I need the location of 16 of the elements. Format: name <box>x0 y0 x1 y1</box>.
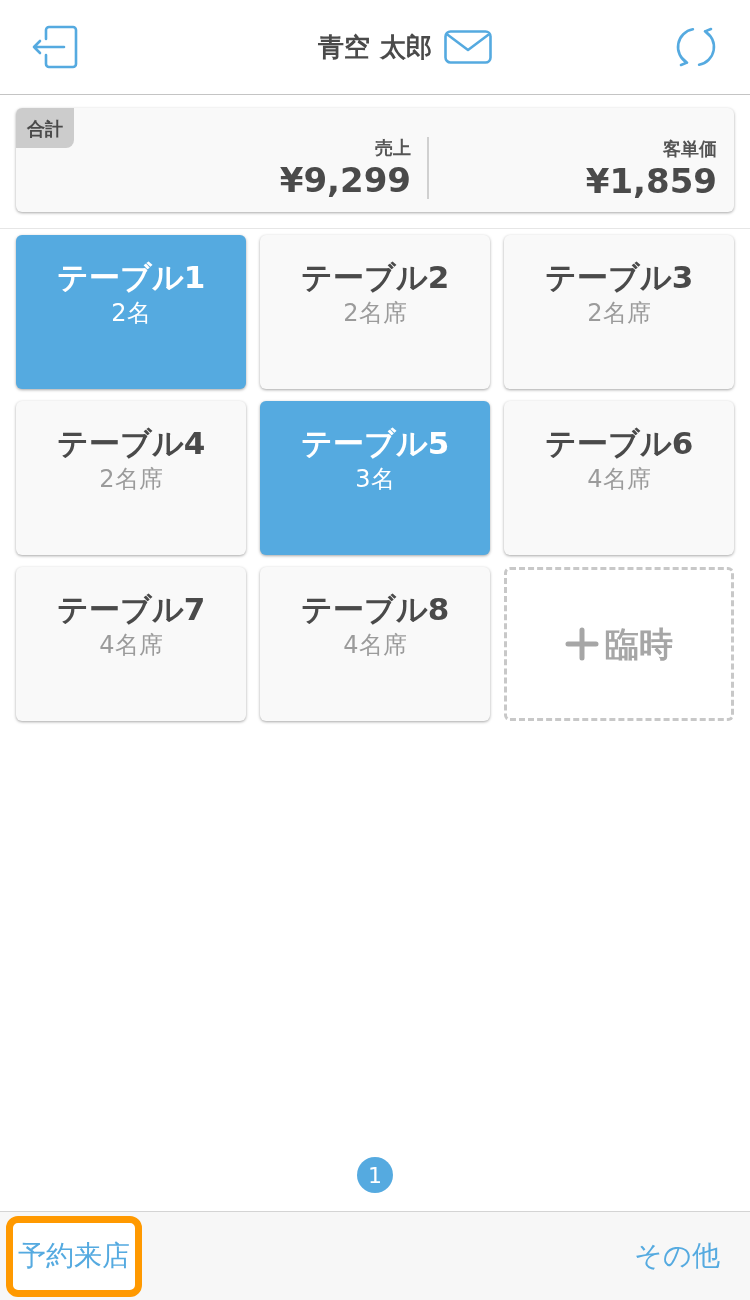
user-name-title: 青空 太郎 <box>318 30 432 64</box>
total-badge: 合計 <box>16 108 74 148</box>
metric-value: ¥9,299 <box>279 160 411 200</box>
table-card[interactable]: テーブル6 4名席 <box>504 401 734 555</box>
table-card[interactable]: テーブル2 2名席 <box>260 235 490 389</box>
refresh-icon[interactable] <box>674 25 718 69</box>
table-card[interactable]: テーブル3 2名席 <box>504 235 734 389</box>
plus-icon <box>565 627 599 661</box>
metric-label: 売上 <box>375 136 411 160</box>
logout-icon[interactable] <box>32 25 78 69</box>
metric-label: 客単価 <box>663 137 717 161</box>
metric-value: ¥1,859 <box>585 161 717 201</box>
table-card[interactable]: テーブル8 4名席 <box>260 567 490 721</box>
mail-icon[interactable] <box>443 30 492 64</box>
table-card[interactable]: テーブル4 2名席 <box>16 401 246 555</box>
table-card[interactable]: テーブル7 4名席 <box>16 567 246 721</box>
